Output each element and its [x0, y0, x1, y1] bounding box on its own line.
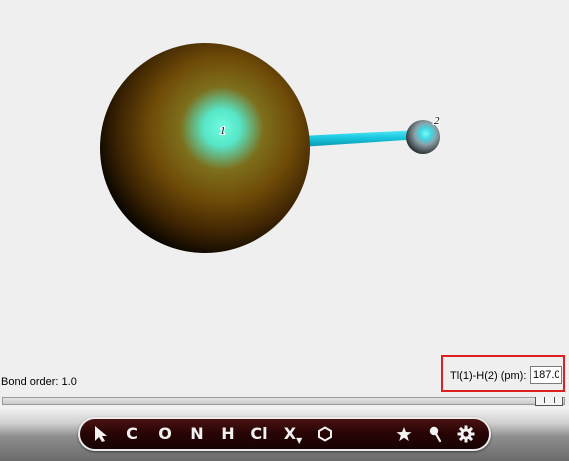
molecule-viewport[interactable]: 1 2 [0, 0, 569, 392]
settings-button[interactable] [455, 419, 477, 449]
favorites-button[interactable] [393, 419, 415, 449]
dropdown-triangle-icon: ▼ [296, 436, 303, 445]
cursor-arrow-icon [93, 425, 109, 443]
hydrogen-tool-button[interactable]: H [218, 419, 238, 449]
atom-tl-1[interactable] [100, 43, 310, 253]
element-toolbar: C O N H Cl X▼ [78, 417, 491, 451]
ring-tool-button[interactable] [314, 419, 336, 449]
bond-tl-h[interactable] [300, 130, 421, 147]
bond-order-status: Bond order: 1.0 [1, 376, 77, 388]
star-icon [396, 426, 412, 442]
select-tool-button[interactable] [90, 419, 112, 449]
other-element-label: X [283, 424, 297, 443]
carbon-tool-button[interactable]: C [122, 419, 142, 449]
pin-icon [428, 425, 444, 443]
clean-tool-button[interactable] [425, 419, 447, 449]
gear-icon [457, 425, 475, 443]
other-element-button[interactable]: X▼ [280, 419, 306, 449]
bond-length-input[interactable] [530, 366, 562, 384]
bond-length-slider-thumb[interactable] [535, 397, 563, 406]
bond-length-label: Tl(1)-H(2) (pm): [450, 370, 527, 382]
nitrogen-tool-button[interactable]: N [187, 419, 207, 449]
oxygen-tool-button[interactable]: O [155, 419, 175, 449]
bond-length-slider[interactable] [2, 397, 565, 405]
chlorine-tool-button[interactable]: Cl [247, 419, 271, 449]
hexagon-icon [317, 426, 333, 442]
molecule-editor: 1 2 Bond order: 1.0 Tl(1)-H(2) (pm): C O… [0, 0, 569, 461]
atom-label-2: 2 [434, 115, 440, 127]
atom-label-1: 1 [220, 125, 226, 137]
